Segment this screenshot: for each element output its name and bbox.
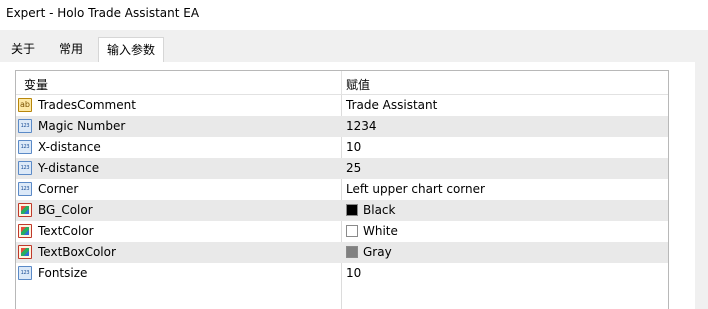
- param-row-textcolor[interactable]: TextColor White: [16, 221, 668, 242]
- tab-about[interactable]: 关于: [2, 39, 44, 61]
- tab-common[interactable]: 常用: [48, 39, 94, 61]
- param-row-fontsize[interactable]: Fontsize 10: [16, 263, 668, 284]
- param-value[interactable]: White: [363, 224, 398, 238]
- color-swatch[interactable]: [346, 204, 358, 216]
- title-bar: Expert - Holo Trade Assistant EA: [0, 0, 708, 30]
- param-value[interactable]: Left upper chart corner: [346, 182, 485, 196]
- integer-type-icon: [18, 119, 32, 133]
- parameters-list: 变量 赋值 TradesComment Trade Assistant Magi…: [15, 70, 669, 309]
- param-name: Y-distance: [38, 161, 100, 175]
- inputs-tab-panel: 变量 赋值 TradesComment Trade Assistant Magi…: [0, 62, 708, 309]
- tab-strip: 关于 常用 输入参数: [0, 30, 708, 63]
- param-value[interactable]: Trade Assistant: [346, 98, 437, 112]
- color-type-icon: [18, 224, 32, 238]
- param-value[interactable]: 25: [346, 161, 361, 175]
- param-row-x-distance[interactable]: X-distance 10: [16, 137, 668, 158]
- color-type-icon: [18, 245, 32, 259]
- param-row-bg-color[interactable]: BG_Color Black: [16, 200, 668, 221]
- integer-type-icon: [18, 266, 32, 280]
- param-row-y-distance[interactable]: Y-distance 25: [16, 158, 668, 179]
- param-row-textboxcolor[interactable]: TextBoxColor Gray: [16, 242, 668, 263]
- param-name: TextBoxColor: [38, 245, 116, 259]
- column-header-variable[interactable]: 变量: [24, 76, 48, 93]
- param-value[interactable]: Gray: [363, 245, 392, 259]
- integer-type-icon: [18, 182, 32, 196]
- param-name: TradesComment: [38, 98, 136, 112]
- param-value[interactable]: 10: [346, 140, 361, 154]
- window-title: Expert - Holo Trade Assistant EA: [6, 6, 200, 20]
- panel-right-edge: [695, 62, 708, 309]
- param-value[interactable]: 1234: [346, 119, 377, 133]
- header-divider[interactable]: [341, 71, 342, 95]
- expert-properties-window: Expert - Holo Trade Assistant EA 关于 常用 输…: [0, 0, 708, 309]
- column-header-value[interactable]: 赋值: [346, 76, 370, 93]
- param-value[interactable]: Black: [363, 203, 395, 217]
- param-name: BG_Color: [38, 203, 93, 217]
- integer-type-icon: [18, 140, 32, 154]
- color-type-icon: [18, 203, 32, 217]
- color-swatch[interactable]: [346, 246, 358, 258]
- param-value[interactable]: 10: [346, 266, 361, 280]
- param-name: TextColor: [38, 224, 94, 238]
- string-type-icon: [18, 98, 32, 112]
- param-name: X-distance: [38, 140, 101, 154]
- list-header: 变量 赋值: [16, 71, 668, 95]
- color-swatch[interactable]: [346, 225, 358, 237]
- integer-type-icon: [18, 161, 32, 175]
- param-name: Fontsize: [38, 266, 88, 280]
- param-row-magic-number[interactable]: Magic Number 1234: [16, 116, 668, 137]
- tab-inputs[interactable]: 输入参数: [98, 37, 164, 63]
- param-row-tradescomment[interactable]: TradesComment Trade Assistant: [16, 95, 668, 116]
- param-row-corner[interactable]: Corner Left upper chart corner: [16, 179, 668, 200]
- param-name: Corner: [38, 182, 79, 196]
- param-name: Magic Number: [38, 119, 126, 133]
